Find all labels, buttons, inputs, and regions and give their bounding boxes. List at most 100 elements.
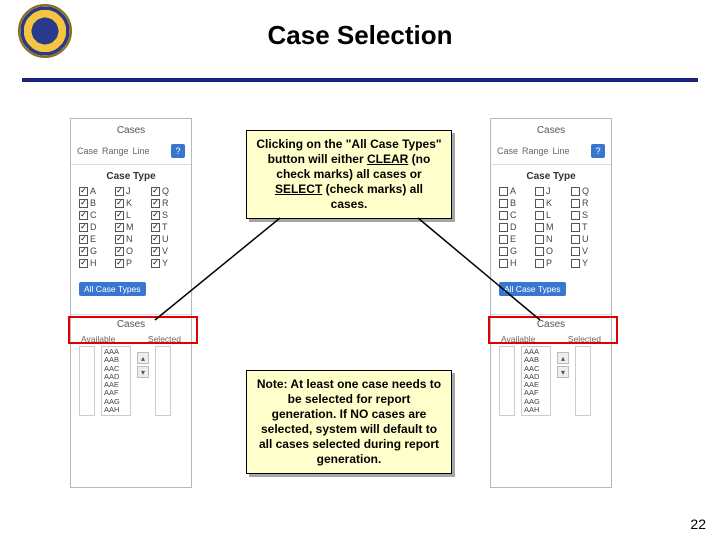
case-type-checkbox[interactable]: U: [571, 234, 603, 244]
help-icon[interactable]: ?: [171, 144, 185, 158]
checkbox-label: D: [510, 222, 517, 232]
checkbox-unchecked-icon: [571, 199, 580, 208]
checkbox-checked-icon: ✓: [151, 187, 160, 196]
case-type-checkbox[interactable]: ✓R: [151, 198, 183, 208]
case-type-checkbox[interactable]: ✓E: [79, 234, 111, 244]
case-type-checkbox[interactable]: E: [499, 234, 531, 244]
case-type-checkbox[interactable]: ✓O: [115, 246, 147, 256]
case-type-checkbox[interactable]: ✓U: [151, 234, 183, 244]
case-type-checkbox[interactable]: ✓S: [151, 210, 183, 220]
checkbox-label: H: [90, 258, 97, 268]
case-type-checkbox[interactable]: T: [571, 222, 603, 232]
case-type-checkbox[interactable]: O: [535, 246, 567, 256]
case-type-checkbox[interactable]: ✓G: [79, 246, 111, 256]
checkbox-checked-icon: ✓: [79, 199, 88, 208]
move-down-icon[interactable]: ▾: [557, 366, 569, 378]
checkbox-checked-icon: ✓: [79, 211, 88, 220]
checkbox-checked-icon: ✓: [79, 187, 88, 196]
checkbox-unchecked-icon: [535, 223, 544, 232]
callout-top: Clicking on the "All Case Types" button …: [246, 130, 452, 219]
case-codes-list[interactable]: AAAAABAACAADAAEAAFAAGAAHAAJ: [101, 346, 131, 416]
case-type-heading: Case Type: [71, 171, 191, 182]
case-type-checkbox[interactable]: S: [571, 210, 603, 220]
checkbox-label: Q: [162, 186, 169, 196]
checkbox-label: C: [510, 210, 517, 220]
case-type-checkbox[interactable]: ✓C: [79, 210, 111, 220]
cases-heading: Cases: [491, 319, 611, 330]
case-type-checkbox[interactable]: G: [499, 246, 531, 256]
case-type-checkbox[interactable]: ✓T: [151, 222, 183, 232]
case-type-checkbox[interactable]: ✓B: [79, 198, 111, 208]
checkbox-checked-icon: ✓: [151, 199, 160, 208]
case-type-checkbox[interactable]: A: [499, 186, 531, 196]
case-type-checkbox[interactable]: ✓J: [115, 186, 147, 196]
case-type-checkbox[interactable]: ✓Y: [151, 258, 183, 268]
case-type-checkbox[interactable]: Q: [571, 186, 603, 196]
checkbox-label: A: [510, 186, 516, 196]
case-type-checkbox[interactable]: V: [571, 246, 603, 256]
checkbox-label: R: [582, 198, 589, 208]
checkbox-unchecked-icon: [535, 211, 544, 220]
toolbar-range-label: Range: [102, 146, 129, 156]
checkbox-label: K: [546, 198, 552, 208]
checkbox-checked-icon: ✓: [151, 235, 160, 244]
case-type-checkbox[interactable]: ✓L: [115, 210, 147, 220]
case-type-checkbox[interactable]: Y: [571, 258, 603, 268]
case-codes-list[interactable]: AAAAABAACAADAAEAAFAAGAAHAAJ: [521, 346, 551, 416]
page-number: 22: [690, 516, 706, 532]
case-type-checkbox[interactable]: R: [571, 198, 603, 208]
toolbar-line-label: Line: [553, 146, 570, 156]
available-list[interactable]: [499, 346, 515, 416]
case-type-checkbox[interactable]: ✓M: [115, 222, 147, 232]
case-type-checkbox[interactable]: ✓K: [115, 198, 147, 208]
all-case-types-button[interactable]: All Case Types: [499, 282, 566, 296]
checkbox-checked-icon: ✓: [151, 223, 160, 232]
checkbox-label: S: [162, 210, 168, 220]
toolbar-case-label: Case: [77, 146, 98, 156]
move-down-icon[interactable]: ▾: [137, 366, 149, 378]
case-type-checkbox[interactable]: N: [535, 234, 567, 244]
checkbox-checked-icon: ✓: [115, 199, 124, 208]
list-item[interactable]: AAJ: [524, 414, 548, 416]
case-type-checkbox[interactable]: ✓N: [115, 234, 147, 244]
selected-list[interactable]: [575, 346, 591, 416]
toolbar-range-label: Range: [522, 146, 549, 156]
checkbox-label: A: [90, 186, 96, 196]
checkbox-unchecked-icon: [571, 259, 580, 268]
help-icon[interactable]: ?: [591, 144, 605, 158]
case-type-checkbox[interactable]: ✓Q: [151, 186, 183, 196]
case-type-checkbox[interactable]: ✓V: [151, 246, 183, 256]
checkbox-checked-icon: ✓: [115, 247, 124, 256]
checkbox-unchecked-icon: [535, 199, 544, 208]
all-case-types-button[interactable]: All Case Types: [79, 282, 146, 296]
case-type-checkbox[interactable]: P: [535, 258, 567, 268]
selected-list[interactable]: [155, 346, 171, 416]
case-type-checkbox[interactable]: D: [499, 222, 531, 232]
case-type-checkbox[interactable]: ✓H: [79, 258, 111, 268]
case-type-checkbox[interactable]: H: [499, 258, 531, 268]
list-item[interactable]: AAJ: [104, 414, 128, 416]
case-type-checkbox[interactable]: J: [535, 186, 567, 196]
checkbox-label: L: [126, 210, 131, 220]
move-up-icon[interactable]: ▴: [137, 352, 149, 364]
checkbox-label: E: [90, 234, 96, 244]
panel-title: Cases: [71, 125, 191, 136]
case-type-grid: A JQ B K R C LS D M T ENU G OV HPY: [491, 186, 611, 268]
case-type-checkbox[interactable]: ✓P: [115, 258, 147, 268]
checkbox-label: C: [90, 210, 97, 220]
checkbox-label: P: [126, 258, 132, 268]
checkbox-label: G: [510, 246, 517, 256]
case-type-checkbox[interactable]: ✓D: [79, 222, 111, 232]
case-type-checkbox[interactable]: C: [499, 210, 531, 220]
available-list[interactable]: [79, 346, 95, 416]
checkbox-label: T: [582, 222, 588, 232]
case-panel-checked: Cases Case Range Line ? Case Type ✓A✓J✓Q…: [70, 118, 192, 488]
case-type-checkbox[interactable]: L: [535, 210, 567, 220]
case-type-checkbox[interactable]: M: [535, 222, 567, 232]
case-type-checkbox[interactable]: K: [535, 198, 567, 208]
case-type-checkbox[interactable]: ✓A: [79, 186, 111, 196]
move-up-icon[interactable]: ▴: [557, 352, 569, 364]
checkbox-label: B: [90, 198, 96, 208]
case-type-checkbox[interactable]: B: [499, 198, 531, 208]
cases-heading: Cases: [71, 319, 191, 330]
